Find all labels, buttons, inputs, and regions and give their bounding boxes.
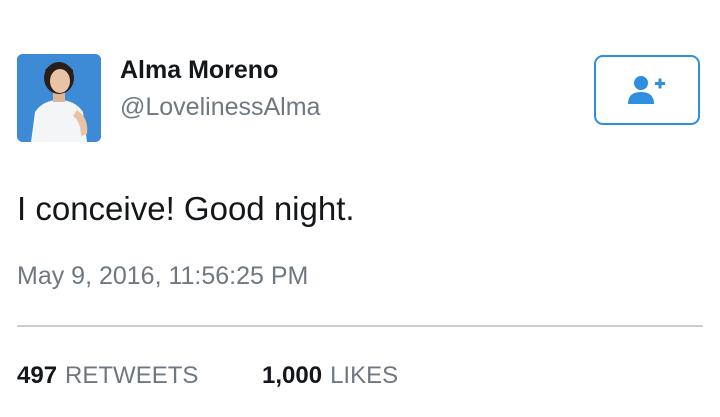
likes-label: LIKES — [330, 362, 399, 389]
divider — [17, 325, 703, 327]
display-name[interactable]: Alma Moreno — [120, 56, 278, 85]
retweets-stat[interactable]: 497 RETWEETS — [17, 362, 198, 390]
likes-stat[interactable]: 1,000 LIKES — [262, 362, 398, 390]
follow-user-plus-icon — [628, 76, 665, 104]
tweet-timestamp[interactable]: May 9, 2016, 11:56:25 PM — [17, 262, 308, 291]
follow-button[interactable] — [594, 55, 700, 125]
user-handle[interactable]: @LovelinessAlma — [120, 93, 320, 122]
likes-count: 1,000 — [262, 362, 323, 389]
avatar[interactable] — [17, 54, 101, 142]
tweet-text: I conceive! Good night. — [17, 190, 355, 227]
retweets-count: 497 — [17, 362, 58, 389]
retweets-label: RETWEETS — [65, 362, 199, 389]
avatar-photo — [17, 54, 101, 142]
